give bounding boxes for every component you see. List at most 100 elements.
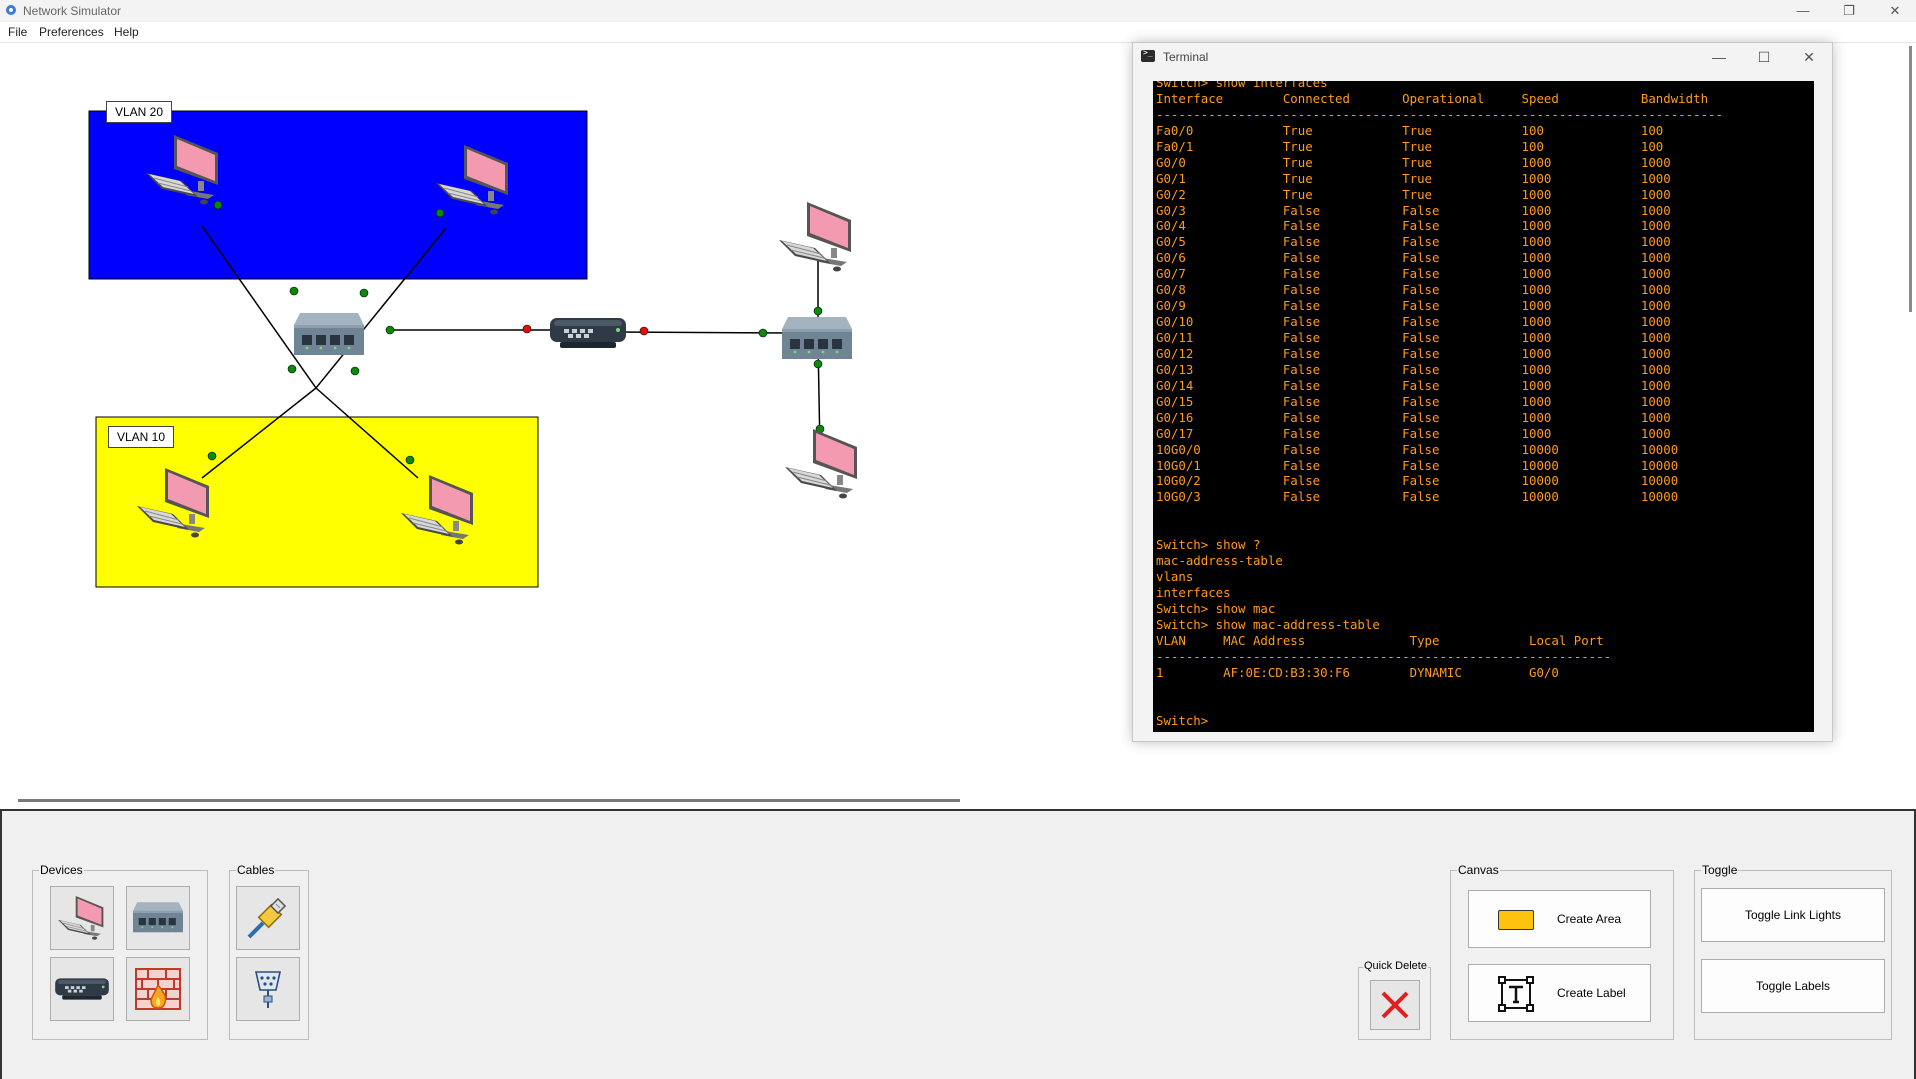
link-light: [435, 208, 445, 218]
link-light: [350, 366, 360, 376]
terminal-line: 1 AF:0E:CD:B3:30:F6 DYNAMIC G0/0: [1156, 664, 1559, 680]
switch-device[interactable]: [294, 313, 364, 355]
toggle-group-title: Toggle: [1701, 863, 1739, 877]
terminal-screen[interactable]: Switch> show interfaces Interface Connect…: [1153, 81, 1814, 732]
canvas-group-title: Canvas: [1457, 863, 1500, 877]
terminal-line: Switch>: [1156, 712, 1209, 728]
toggle-link-lights-button[interactable]: Toggle Link Lights: [1701, 888, 1885, 942]
terminal-line: 10G0/3 False False 10000 10000: [1156, 489, 1679, 505]
canvas-drawing[interactable]: [0, 43, 1132, 793]
bottom-toolbar: Devices Cables Quick Delete Canvas Creat…: [0, 809, 1916, 1079]
terminal-line: G0/5 False False 1000 1000: [1156, 234, 1671, 250]
title-bar: Network Simulator — ❐ ✕: [0, 0, 1916, 22]
terminal-line: Switch> show mac: [1156, 600, 1276, 616]
add-switch-button[interactable]: [126, 886, 190, 950]
cables-group: Cables: [229, 863, 309, 1040]
vlan10-label[interactable]: VLAN 10: [108, 426, 175, 448]
link-light: [207, 451, 217, 461]
terminal-line: G0/16 False False 1000 1000: [1156, 409, 1671, 425]
ethernet-cable-button[interactable]: [236, 886, 300, 950]
terminal-line: G0/3 False False 1000 1000: [1156, 202, 1671, 218]
terminal-title-bar[interactable]: Terminal — ☐ ✕: [1133, 43, 1832, 71]
menu-bar: File Preferences Help: [0, 22, 1916, 42]
add-firewall-button[interactable]: [126, 957, 190, 1021]
router-device[interactable]: [550, 318, 626, 348]
switch-icon: [133, 902, 183, 933]
link-light: [405, 455, 415, 465]
devices-group-title: Devices: [39, 863, 84, 877]
cables-group-title: Cables: [236, 863, 276, 877]
link-light: [639, 326, 649, 336]
terminal-line: G0/1 True True 1000 1000: [1156, 170, 1671, 186]
terminal-line: Switch> show mac-address-table: [1156, 616, 1380, 632]
terminal-line: G0/7 False False 1000 1000: [1156, 266, 1671, 282]
quick-delete-title: Quick Delete: [1363, 960, 1428, 972]
router-icon: [55, 978, 109, 1000]
link-light: [813, 306, 823, 316]
terminal-line: Interface Connected Operational Speed Ba…: [1156, 90, 1709, 106]
firewall-icon: [135, 968, 181, 1010]
terminal-line: 10G0/1 False False 10000 10000: [1156, 457, 1679, 473]
ethernet-cable-icon: [247, 897, 287, 939]
pc-device[interactable]: [778, 201, 852, 272]
terminal-line: G0/15 False False 1000 1000: [1156, 393, 1671, 409]
terminal-line: G0/0 True True 1000 1000: [1156, 154, 1671, 170]
terminal-maximize-button[interactable]: ☐: [1744, 45, 1784, 69]
terminal-line: G0/11 False False 1000 1000: [1156, 330, 1671, 345]
text-label-icon: [1498, 976, 1534, 1012]
delete-x-icon: [1381, 991, 1409, 1019]
horizontal-scrollbar[interactable]: [18, 799, 960, 802]
terminal-line: 10G0/2 False False 10000 10000: [1156, 473, 1679, 489]
area-swatch-icon: [1498, 910, 1534, 930]
terminal-window[interactable]: Terminal — ☐ ✕ Switch> show interfacesIn…: [1132, 42, 1833, 742]
vlan20-area[interactable]: [88, 110, 588, 280]
terminal-minimize-button[interactable]: —: [1699, 45, 1739, 69]
link-light: [385, 325, 395, 335]
terminal-line: G0/13 False False 1000 1000: [1156, 361, 1671, 377]
minimize-button[interactable]: —: [1780, 0, 1826, 22]
link-light: [289, 286, 299, 296]
create-area-button[interactable]: Create Area: [1468, 890, 1651, 948]
link-light: [287, 364, 297, 374]
terminal-line: G0/14 False False 1000 1000: [1156, 377, 1671, 393]
restore-button[interactable]: ❐: [1826, 0, 1872, 22]
terminal-line: interfaces: [1156, 585, 1231, 600]
menu-help[interactable]: Help: [114, 25, 139, 39]
devices-group: Devices: [32, 863, 208, 1040]
vertical-scrollbar[interactable]: [1909, 46, 1912, 312]
pc-device[interactable]: [784, 428, 858, 499]
create-label-label: Create Label: [1557, 986, 1626, 1000]
switch-device[interactable]: [782, 317, 852, 359]
link-light: [213, 200, 223, 210]
console-cable-button[interactable]: [236, 957, 300, 1021]
toggle-labels-button[interactable]: Toggle Labels: [1701, 959, 1885, 1013]
console-cable-icon: [255, 971, 281, 1008]
menu-preferences[interactable]: Preferences: [39, 25, 104, 39]
terminal-line: G0/4 False False 1000 1000: [1156, 218, 1671, 234]
create-area-label: Create Area: [1557, 912, 1622, 926]
app-window: Network Simulator — ❐ ✕ File Preferences…: [0, 0, 1916, 1079]
terminal-line: mac-address-table: [1156, 553, 1283, 569]
add-pc-button[interactable]: [50, 886, 114, 950]
terminal-line: G0/10 False False 1000 1000: [1156, 314, 1671, 330]
create-label-button[interactable]: Create Label: [1468, 964, 1651, 1022]
close-button[interactable]: ✕: [1872, 0, 1916, 22]
link-light: [359, 288, 369, 298]
terminal-line: Switch> show interfaces: [1156, 81, 1328, 90]
link-light: [758, 328, 768, 338]
vlan20-label[interactable]: VLAN 20: [106, 101, 173, 123]
terminal-line: Fa0/1 True True 100 100: [1156, 138, 1664, 154]
toggle-group: Toggle Toggle Link Lights Toggle Labels: [1694, 863, 1892, 1040]
terminal-icon: [1141, 48, 1155, 62]
menu-file[interactable]: File: [8, 25, 27, 39]
add-router-button[interactable]: [50, 957, 114, 1021]
quick-delete-button[interactable]: [1370, 980, 1420, 1030]
terminal-line: VLAN MAC Address Type Local Port: [1156, 632, 1604, 648]
terminal-close-button[interactable]: ✕: [1789, 45, 1829, 69]
terminal-line: G0/9 False False 1000 1000: [1156, 298, 1671, 314]
terminal-line: G0/6 False False 1000 1000: [1156, 250, 1671, 266]
terminal-line: Fa0/0 True True 100 100: [1156, 122, 1664, 138]
window-title: Network Simulator: [23, 4, 122, 18]
